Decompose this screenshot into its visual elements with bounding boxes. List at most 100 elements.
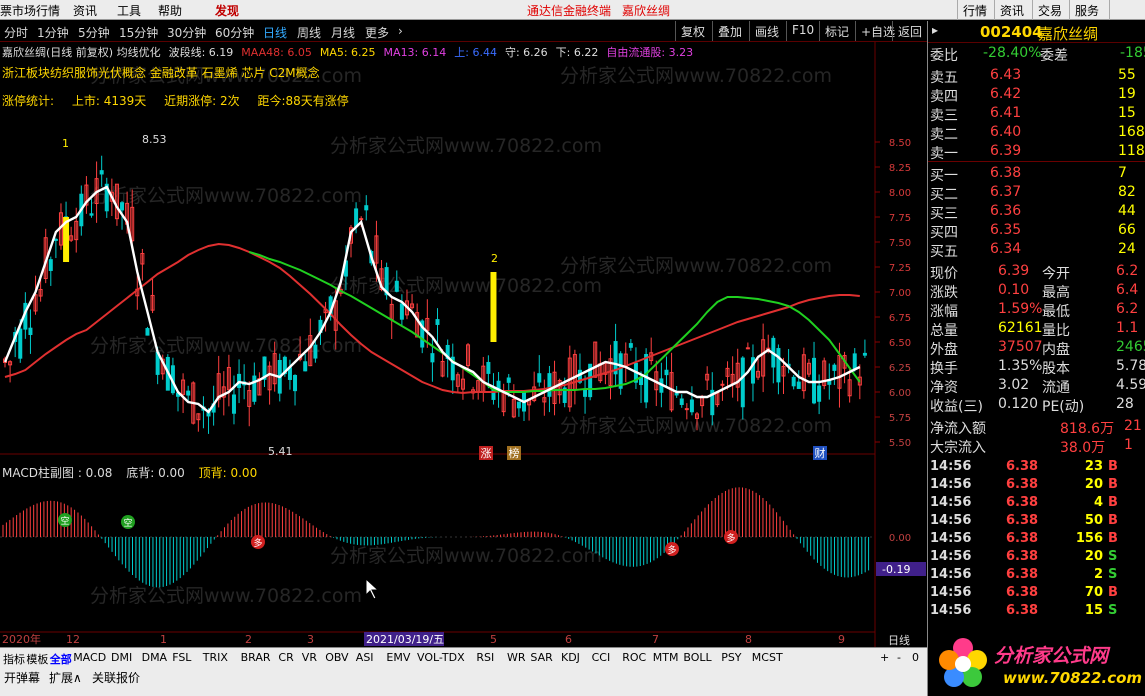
period-tab-daily[interactable]: 日线 [263,24,287,41]
tick-price: 6.38 [1006,585,1039,600]
candle-body [120,202,125,211]
stat-label: 涨幅 [930,304,958,320]
indicator-tab-fsl[interactable]: FSL [172,651,191,664]
y-tick-label: 8.50 [889,138,911,149]
menu-info[interactable]: 资讯 [994,0,1029,20]
indicator-tab-asi[interactable]: ASI [356,651,374,664]
period-tab-timeshare[interactable]: 分时 [4,24,28,41]
y-tick-label: 6.75 [889,313,911,324]
indicator-tab-obv[interactable]: OBV [325,651,348,664]
menu-service[interactable]: 服务 [1069,0,1104,20]
toolbar-draw-button[interactable]: 画线 [749,21,784,41]
indicator-tab-macd[interactable]: MACD [73,651,106,664]
watermark-text: 分析家公式网www.70822.com [90,185,362,207]
indicator-tab-vol-tdx[interactable]: VOL-TDX [417,651,465,664]
ask-level[interactable]: 卖三 6.41 15 [928,104,1145,124]
indicator-tab-emv[interactable]: EMV [386,651,410,664]
indicator-tab-wr[interactable]: WR [507,651,526,664]
indicator-tab-mcst[interactable]: MCST [752,651,783,664]
indicator-tab-mtm[interactable]: MTM [653,651,679,664]
ask-level[interactable]: 卖五 6.43 55 [928,66,1145,86]
period-tab-30min[interactable]: 30分钟 [167,24,206,41]
tick-price: 6.38 [1006,603,1039,618]
toolbar-fuquan-button[interactable]: 复权 [675,21,710,41]
indicator-tab-模板[interactable]: 模板 [26,651,48,667]
menu-discover[interactable]: 发现 [215,2,239,19]
ask-level-price: 6.42 [990,86,1022,102]
ask-level-label: 卖三 [930,108,958,124]
menu-news[interactable]: 资讯 [73,2,97,19]
ask-level[interactable]: 卖一 6.39 118 [928,142,1145,162]
ask-level[interactable]: 卖四 6.42 19 [928,85,1145,105]
indicator-tab-指标[interactable]: 指标 [3,651,25,667]
kline-chart-svg[interactable]: 分析家公式网www.70822.com分析家公式网www.70822.com分析… [0,42,927,647]
period-tab-60min[interactable]: 60分钟 [215,24,254,41]
ask-level-label: 卖二 [930,127,958,143]
menu-quote[interactable]: 行情 [957,0,992,20]
danmaku-toggle[interactable]: 开弹幕 [4,669,40,686]
period-tab-monthly[interactable]: 月线 [331,24,355,41]
event-badge-label: 榜 [509,446,520,460]
indicator-tab-kdj[interactable]: KDJ [561,651,580,664]
candle-body [618,353,623,389]
indicator-tab-brar[interactable]: BRAR [241,651,271,664]
bid-level[interactable]: 买一 6.38 7 [928,164,1145,184]
related-quote-toggle[interactable]: 关联报价 [92,669,140,686]
indicator-tab-boll[interactable]: BOLL [683,651,711,664]
toolbar-f10-button[interactable]: F10 [786,21,819,41]
ask-level[interactable]: 卖二 6.40 168 [928,123,1145,143]
period-tab-5min[interactable]: 5分钟 [78,24,110,41]
tick-volume: 2 [1093,567,1103,582]
indicator-value-8: 自由流通股: 3.23 [606,46,694,59]
tick-side: B [1108,513,1118,528]
indicator-tab-rsi[interactable]: RSI [476,651,494,664]
y-tick-label: 7.50 [889,238,911,249]
quote-nav-icon[interactable]: ▸ [932,23,938,37]
bid-level[interactable]: 买四 6.35 66 [928,221,1145,241]
indicator-value-6: 守: 6.26 [504,46,548,59]
tick-volume: 50 [1084,513,1103,528]
indicator-tab-vr[interactable]: VR [302,651,317,664]
menu-help[interactable]: 帮助 [158,2,182,19]
period-tab-1min[interactable]: 1分钟 [37,24,69,41]
quote-field: 委差 [1040,48,1068,64]
indicator-tab-dma[interactable]: DMA [142,651,168,664]
indicator-tab-trix[interactable]: TRIX [203,651,228,664]
bottom-right-control-2[interactable]: - [897,651,901,664]
window-controls[interactable] [1109,0,1145,20]
menu-market[interactable]: 票市场行情 [0,2,60,19]
indicator-tab-cci[interactable]: CCI [592,651,611,664]
indicator-tab-dmi[interactable]: DMI [111,651,132,664]
stat-label-2: 今开 [1042,266,1070,282]
limit-up-marker [490,272,497,342]
menu-tools[interactable]: 工具 [117,2,141,19]
indicator-value-3: MA5: 6.25 [319,46,376,59]
indicator-tab-psy[interactable]: PSY [721,651,741,664]
candle-body [394,280,399,292]
toolbar-overlay-button[interactable]: 叠加 [712,21,747,41]
indicator-tab-cr[interactable]: CR [278,651,293,664]
period-tab-15min[interactable]: 15分钟 [119,24,158,41]
menu-trade[interactable]: 交易 [1032,0,1067,20]
period-tab-more[interactable]: 更多 [365,24,389,41]
bottom-right-control-3[interactable]: 0 [912,651,919,664]
more-arrow-icon[interactable]: › [398,24,403,38]
candle-body [28,327,33,335]
expand-toggle[interactable]: 扩展∧ [49,669,82,686]
bid-level[interactable]: 买二 6.37 82 [928,183,1145,203]
flow-value: 818.6万 [1060,421,1115,437]
bottom-right-control-0[interactable]: 日线 [888,632,910,648]
kline-chart-area[interactable]: 分析家公式网www.70822.com 分析家公式网www.70822.com 分析… [0,42,927,647]
bottom-right-control-1[interactable]: + [880,651,889,664]
top-menu-bar: 票市场行情 资讯 工具 帮助 发现 通达信金融终端 嘉欣丝绸 行情 资讯 交易 … [0,0,1145,20]
toolbar-back-button[interactable]: 返回 [892,21,927,41]
bid-level[interactable]: 买三 6.36 44 [928,202,1145,222]
bid-level[interactable]: 买五 6.34 24 [928,240,1145,260]
indicator-tab-roc[interactable]: ROC [622,651,646,664]
quote-divider [928,161,1145,162]
indicator-tab-全部[interactable]: 全部 [50,651,72,667]
indicator-value-5: 上: 6.44 [454,46,497,59]
period-tab-weekly[interactable]: 周线 [297,24,321,41]
indicator-tab-sar[interactable]: SAR [530,651,552,664]
toolbar-mark-button[interactable]: 标记 [819,21,854,41]
